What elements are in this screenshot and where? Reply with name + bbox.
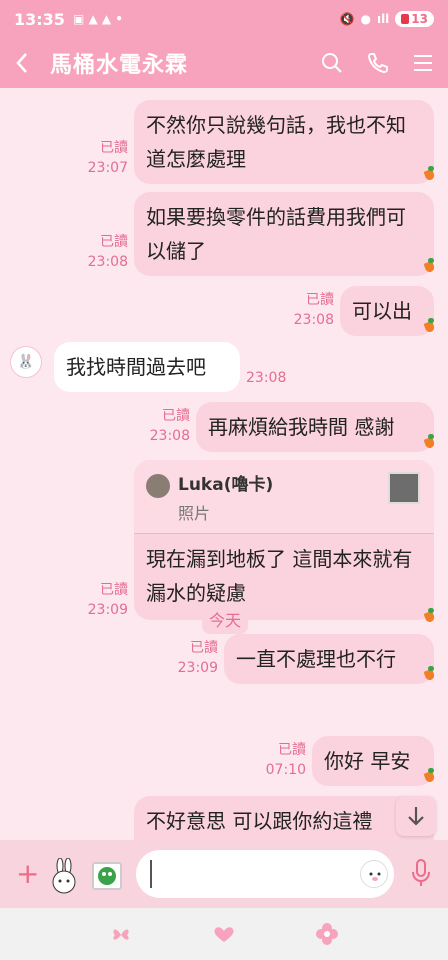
phone-icon[interactable] (366, 51, 390, 75)
carrot-icon (422, 666, 436, 680)
text-caret (150, 860, 152, 888)
message-read-status: 已讀 23:08 (87, 234, 128, 270)
battery-indicator: 13 (395, 11, 434, 27)
message-bubble-outgoing[interactable]: 再麻煩給我時間 感謝 (196, 402, 434, 452)
carrot-icon (422, 318, 436, 332)
message-input-bar: + (0, 840, 448, 908)
carrot-icon (422, 768, 436, 782)
date-divider: 今天 (202, 604, 248, 634)
microphone-icon[interactable] (410, 858, 432, 892)
message-read-status: 已讀 23:08 (149, 408, 190, 444)
signal-icon: ıll (376, 12, 390, 26)
status-time: 13:35 (14, 9, 65, 29)
bunny-icon: 🐰 (17, 354, 35, 370)
plus-icon[interactable]: + (16, 860, 39, 888)
message-bubble-outgoing[interactable]: 一直不處理也不行 (224, 634, 434, 684)
back-nav-icon[interactable] (313, 922, 341, 946)
message-bubble-outgoing[interactable]: 不然你只說幾句話，我也不知道怎麼處理 (134, 100, 434, 184)
message-bubble-outgoing[interactable]: 不好意思 可以跟你約這禮 (134, 796, 434, 840)
carrot-icon (422, 434, 436, 448)
quoted-photo-thumbnail (388, 472, 420, 504)
bunny-sticker-icon[interactable] (48, 857, 80, 894)
message-read-status: 已讀 07:10 (265, 742, 306, 778)
battery-icon (401, 14, 410, 24)
contact-avatar[interactable]: 🐰 (10, 346, 42, 378)
message-read-status: 已讀 23:08 (293, 292, 334, 328)
quoted-avatar (146, 474, 170, 498)
location-icon: ● (360, 12, 371, 26)
quoted-message-type: 照片 (178, 504, 211, 523)
chat-header: 馬桶水電永霖 (0, 38, 448, 88)
arrow-down-icon (408, 807, 424, 826)
quoted-sender-name: Luka(嚕卡) (178, 475, 274, 495)
status-bar: 13:35 ▣ ▲ ▲ • 🔇 ● ıll 13 (0, 0, 448, 38)
reply-message-text: 現在漏到地板了 這間本來就有漏水的疑慮 (146, 547, 413, 605)
back-icon[interactable] (14, 51, 44, 75)
quoted-message[interactable]: Luka(嚕卡) 照片 (134, 460, 434, 534)
status-icons: ▣ ▲ ▲ • (72, 12, 123, 26)
message-read-status: 已讀 23:07 (87, 140, 128, 176)
chat-message-list[interactable]: 已讀 23:07 不然你只說幾句話，我也不知道怎麼處理 已讀 23:08 如果要換零… (0, 88, 448, 840)
message-read-status: 已讀 23:09 (177, 640, 218, 676)
emoji-icon[interactable] (360, 860, 388, 888)
chat-title[interactable]: 馬桶水電永霖 (50, 47, 188, 79)
message-bubble-incoming[interactable]: 我找時間過去吧 (54, 342, 240, 392)
recent-apps-icon[interactable] (107, 922, 135, 946)
sticker-icon[interactable] (92, 862, 122, 890)
carrot-icon (422, 258, 436, 272)
carrot-icon (422, 608, 436, 622)
search-icon[interactable] (320, 51, 344, 75)
home-icon[interactable] (210, 922, 238, 946)
carrot-icon (422, 166, 436, 180)
mute-icon: 🔇 (339, 12, 355, 26)
message-input[interactable] (136, 850, 394, 898)
message-time: 23:08 (246, 370, 287, 386)
message-read-status: 已讀 23:09 (87, 582, 128, 618)
scroll-to-bottom-button[interactable] (396, 796, 436, 836)
menu-icon[interactable] (412, 53, 434, 73)
message-bubble-outgoing[interactable]: 可以出 (340, 286, 434, 336)
message-bubble-outgoing[interactable]: 你好 早安 (312, 736, 434, 786)
message-bubble-outgoing[interactable]: 如果要換零件的話費用我們可以儲了 (134, 192, 434, 276)
system-navigation-bar (0, 908, 448, 960)
reply-message-bubble[interactable]: Luka(嚕卡) 照片 現在漏到地板了 這間本來就有漏水的疑慮 (134, 460, 434, 620)
